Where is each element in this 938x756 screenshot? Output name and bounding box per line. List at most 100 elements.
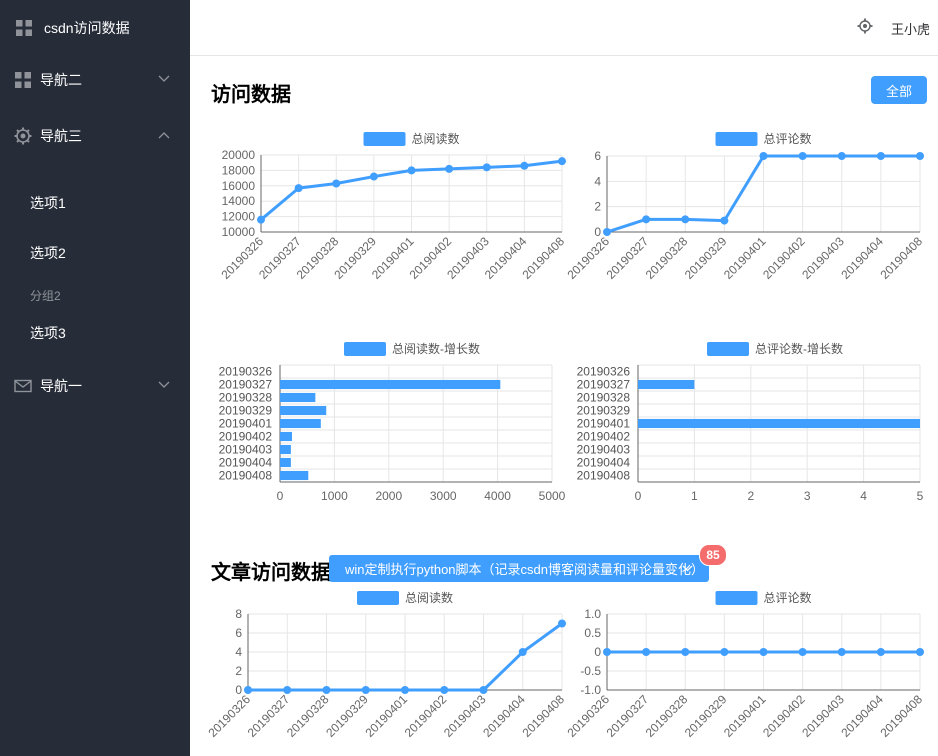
- y-tick-label: 0.5: [584, 626, 601, 640]
- legend-label: 总评论数-增长数: [755, 341, 843, 356]
- y-tick-label: 10000: [222, 225, 256, 239]
- y-tick-label: 20190404: [577, 456, 631, 470]
- chevron-down-icon: [158, 75, 170, 82]
- y-tick-label: 2: [235, 664, 242, 678]
- sidebar-group-title: 分组2: [30, 289, 61, 303]
- data-point: [518, 648, 527, 656]
- data-point: [322, 686, 331, 694]
- gear-icon: [14, 127, 32, 145]
- data-point: [407, 166, 416, 175]
- sidebar: csdn访问数据 导航二 导航三 选项1 选项2 分组2 选项3 导航一: [0, 0, 190, 756]
- data-point: [916, 152, 924, 160]
- sidebar-subitem-option1[interactable]: 选项1: [0, 178, 190, 228]
- y-tick-label: 20190403: [577, 443, 631, 457]
- data-point: [283, 686, 292, 694]
- data-point: [916, 648, 924, 656]
- y-tick-label: 2: [594, 200, 601, 214]
- legend-label: 总阅读数-增长数: [392, 341, 480, 356]
- data-point: [482, 163, 491, 172]
- data-point: [520, 161, 529, 170]
- header: 王小虎: [190, 0, 938, 56]
- y-tick-label: 6: [235, 626, 242, 640]
- data-point: [642, 215, 651, 224]
- grid-icon: [15, 72, 31, 88]
- user-name[interactable]: 王小虎: [891, 19, 930, 38]
- chevron-up-icon: [158, 132, 170, 139]
- x-tick-label: 2: [747, 489, 754, 503]
- y-tick-label: 20190326: [219, 365, 273, 379]
- data-point: [369, 172, 378, 181]
- y-tick-label: 20190402: [219, 430, 273, 444]
- article-reads-chart: 总阅读数024682019032620190327201903282019032…: [205, 590, 567, 740]
- bar: [280, 392, 316, 403]
- y-tick-label: 1.0: [584, 607, 601, 621]
- sidebar-subitem-label: 选项3: [30, 325, 66, 341]
- x-tick-label: 0: [277, 489, 284, 503]
- x-tick-label: 2000: [375, 489, 402, 503]
- bar: [280, 444, 291, 455]
- sidebar-subitem-option2[interactable]: 选项2: [0, 228, 190, 278]
- total-comments-chart: 总评论数024620190326201903272019032820190329…: [564, 131, 925, 282]
- gear-icon[interactable]: [857, 18, 873, 34]
- page-title: 访问数据: [211, 84, 291, 106]
- legend-label: 总阅读数: [405, 590, 453, 605]
- reads-growth-chart: 总阅读数-增长数0 1000 2000 3000 4000 500020190326201…: [219, 341, 566, 503]
- data-point: [837, 152, 846, 160]
- y-tick-label: 20190401: [219, 417, 273, 431]
- y-tick-label: 14000: [222, 194, 256, 208]
- chevron-down-icon: [158, 381, 170, 388]
- data-point: [798, 152, 807, 160]
- y-tick-label: 20000: [222, 148, 256, 162]
- data-point: [294, 184, 303, 193]
- sidebar-title[interactable]: csdn访问数据: [0, 0, 190, 56]
- y-tick-label: 18000: [222, 163, 256, 177]
- sidebar-item-nav2[interactable]: 导航二: [0, 52, 190, 108]
- data-point: [798, 648, 807, 656]
- y-tick-label: 20190326: [577, 365, 631, 379]
- legend-swatch: [715, 591, 758, 605]
- sidebar-item-nav3[interactable]: 导航三: [0, 108, 190, 164]
- y-tick-label: 20190327: [577, 378, 631, 392]
- sidebar-subitem-option3[interactable]: 选项3: [0, 308, 190, 358]
- y-tick-label: 8: [235, 607, 242, 621]
- data-point: [759, 152, 768, 160]
- y-tick-label: 20190408: [219, 469, 273, 483]
- section-title-article: 文章访问数据: [211, 562, 331, 584]
- data-point: [720, 648, 729, 656]
- legend-swatch: [707, 342, 749, 356]
- data-point: [603, 648, 611, 656]
- y-tick-label: 4: [594, 174, 601, 188]
- article-comments-chart: 总评论数-1.0-0.500.51.0201903262019032720190…: [564, 590, 925, 740]
- sidebar-title-label: csdn访问数据: [44, 20, 130, 36]
- data-point: [558, 157, 566, 166]
- all-button[interactable]: 全部: [871, 76, 927, 104]
- y-tick-label: 20190328: [577, 391, 631, 405]
- data-point: [479, 686, 488, 694]
- x-tick-label: 20190408: [877, 234, 925, 282]
- legend-label: 总阅读数: [412, 131, 460, 146]
- x-tick-label: 1: [691, 489, 698, 503]
- sidebar-item-nav1[interactable]: 导航一: [0, 358, 190, 414]
- legend-swatch: [344, 342, 386, 356]
- data-point: [876, 648, 885, 656]
- legend-label: 总评论数: [764, 131, 812, 146]
- data-point: [440, 686, 449, 694]
- x-tick-label: 3: [804, 489, 811, 503]
- y-tick-label: 4: [235, 645, 242, 659]
- sidebar-item-label: 导航二: [40, 72, 82, 88]
- data-point: [445, 164, 454, 173]
- mail-icon: [14, 379, 32, 393]
- x-tick-label: 1000: [321, 489, 348, 503]
- total-reads-chart: 总阅读数100001200014000160001800020000201903…: [218, 131, 567, 282]
- comments-growth-chart: 总评论数-增长数0 1 2 3 4 520190326201903272019032820…: [577, 341, 924, 503]
- data-point: [681, 648, 690, 656]
- x-tick-label: 4: [860, 489, 867, 503]
- y-tick-label: 20190327: [219, 378, 273, 392]
- data-point: [257, 215, 265, 224]
- data-point: [558, 619, 566, 628]
- article-select-value: win定制执行python脚本（记录csdn博客阅读量和评论量变化）: [345, 562, 704, 577]
- sidebar-subitem-label: 选项1: [30, 195, 66, 211]
- grid-icon: [16, 20, 32, 36]
- legend-swatch: [357, 591, 399, 605]
- article-select[interactable]: win定制执行python脚本（记录csdn博客阅读量和评论量变化）: [329, 555, 709, 582]
